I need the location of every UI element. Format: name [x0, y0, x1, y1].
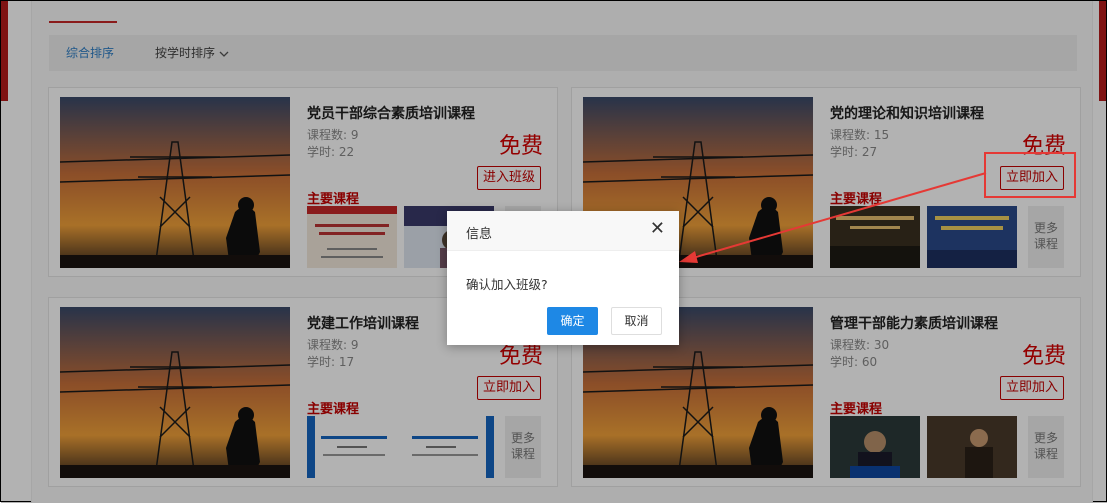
- confirm-dialog: 信息 ✕ 确认加入班级? 确定 取消: [447, 211, 679, 345]
- cancel-button[interactable]: 取消: [611, 307, 662, 335]
- page: 综合排序 按学时排序 党员干部综合素质培训课程 课程数: 9 学时: 22 免费…: [0, 0, 1107, 503]
- confirm-button[interactable]: 确定: [547, 307, 598, 335]
- close-icon[interactable]: ✕: [650, 220, 665, 238]
- dialog-header: 信息 ✕: [447, 211, 679, 251]
- dialog-message: 确认加入班级?: [466, 277, 548, 292]
- highlight-box: [984, 152, 1076, 198]
- dialog-title: 信息: [466, 227, 493, 242]
